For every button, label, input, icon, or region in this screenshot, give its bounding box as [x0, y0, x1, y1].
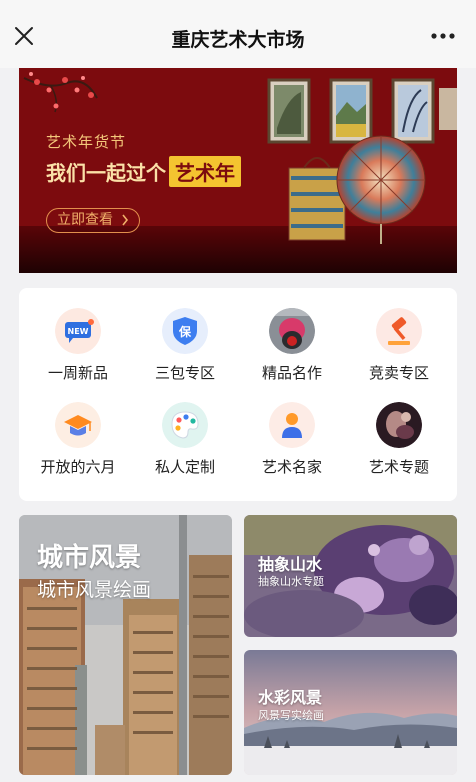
- view-now-label: 立即查看: [57, 212, 113, 228]
- category-masterpieces[interactable]: 精品名作: [237, 308, 347, 383]
- view-now-button[interactable]: 立即查看: [46, 208, 140, 233]
- category-weekly-new[interactable]: NEW 一周新品: [23, 308, 133, 383]
- auction-gavel-icon: [376, 308, 422, 354]
- palette-icon: [162, 402, 208, 448]
- tile-title: 城市风景: [37, 543, 142, 573]
- banner-title-highlight: 艺术年: [169, 156, 241, 187]
- more-dots-icon[interactable]: [430, 28, 456, 44]
- category-art-topics[interactable]: 艺术专题: [344, 402, 454, 477]
- banner-subtitle: 艺术年货节: [46, 133, 127, 151]
- tile-title: 水彩风景: [258, 688, 323, 707]
- tile-subtitle: 抽象山水专题: [258, 575, 324, 588]
- category-label: 三包专区: [154, 364, 215, 382]
- tile-subtitle: 风景写实绘画: [258, 709, 324, 722]
- promo-banner[interactable]: 艺术年货节 我们一起过个 艺术年 立即查看: [19, 68, 457, 273]
- category-label: 艺术名家: [261, 458, 322, 476]
- category-private-custom[interactable]: 私人定制: [130, 402, 240, 477]
- category-label: 私人定制: [154, 458, 215, 476]
- tile-subtitle: 城市风景绘画: [37, 579, 152, 601]
- art-topic-thumbnail-icon: [376, 402, 422, 448]
- category-label: 精品名作: [261, 364, 322, 382]
- category-auction[interactable]: 竞卖专区: [344, 308, 454, 383]
- chevron-right-icon: [121, 209, 129, 238]
- banner-title-text: 我们一起过个: [46, 161, 166, 185]
- category-famous-artists[interactable]: 艺术名家: [237, 402, 347, 477]
- shield-guarantee-icon: 保: [162, 308, 208, 354]
- tile-title: 抽象山水: [258, 555, 323, 574]
- new-badge-icon: NEW: [55, 308, 101, 354]
- category-label: 开放的六月: [40, 458, 116, 476]
- svg-text:保: 保: [178, 324, 192, 339]
- banner-title: 我们一起过个 艺术年: [46, 156, 241, 187]
- category-open-june[interactable]: 开放的六月: [23, 402, 133, 477]
- tile-abstract-landscape[interactable]: 抽象山水 抽象山水专题: [244, 515, 457, 637]
- category-label: 竞卖专区: [368, 364, 429, 382]
- masterpiece-thumbnail-icon: [269, 308, 315, 354]
- category-three-guarantee[interactable]: 保 三包专区: [130, 308, 240, 383]
- svg-text:NEW: NEW: [68, 327, 89, 336]
- tile-city-landscape[interactable]: 城市风景 城市风景绘画: [19, 515, 232, 775]
- category-label: 一周新品: [47, 364, 108, 382]
- category-grid: NEW 一周新品 保 三包专区 精品名作 竞卖专区 开放的六月 私人定制 艺术名…: [19, 288, 457, 501]
- tile-watercolor-landscape[interactable]: 水彩风景 风景写实绘画: [244, 650, 457, 775]
- category-label: 艺术专题: [368, 458, 429, 476]
- page-title: 重庆艺术大市场: [171, 29, 305, 51]
- graduation-cap-icon: [55, 402, 101, 448]
- artist-person-icon: [269, 402, 315, 448]
- top-navbar: 重庆艺术大市场: [0, 0, 476, 68]
